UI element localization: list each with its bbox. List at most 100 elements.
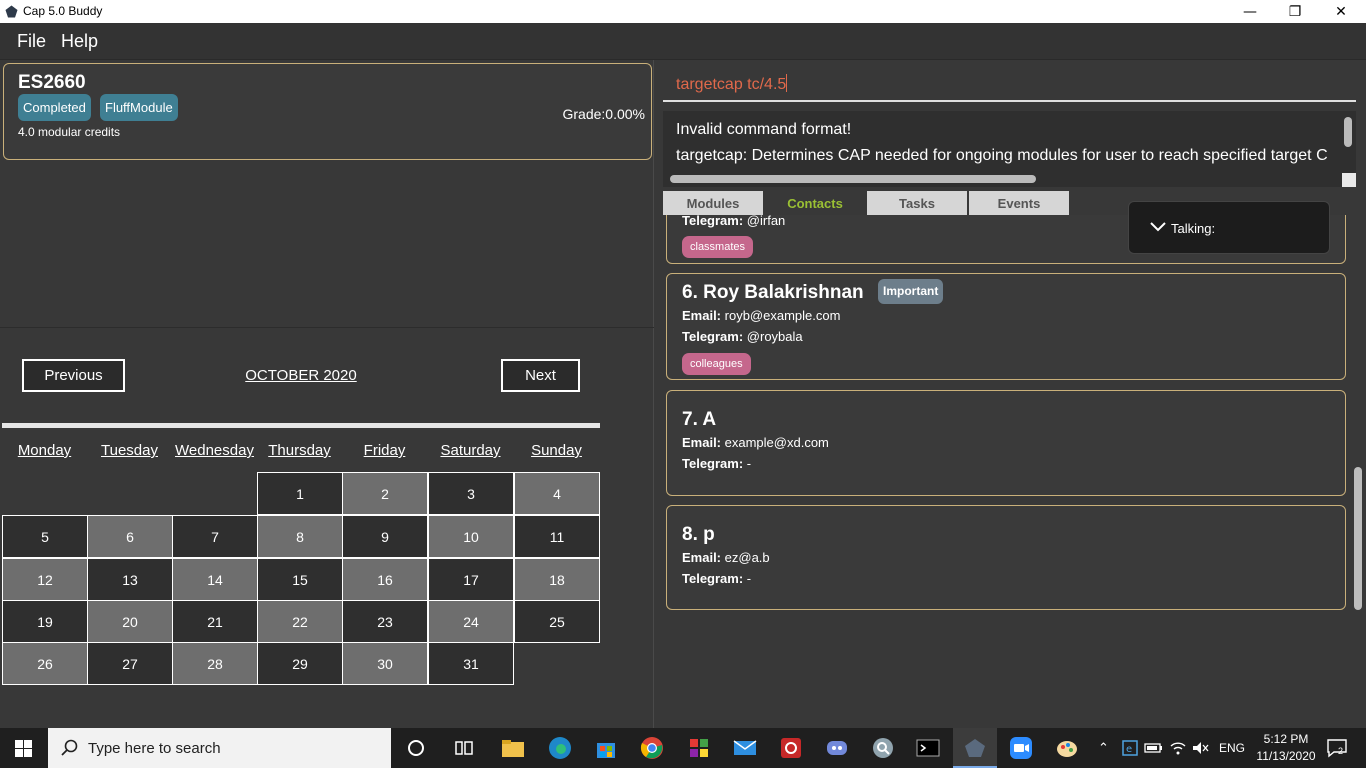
- calendar-day-28[interactable]: 28: [172, 642, 258, 685]
- calendar-day-2[interactable]: 2: [342, 472, 428, 515]
- contact-telegram: Telegram: -: [682, 571, 752, 586]
- calendar-day-3[interactable]: 3: [428, 472, 514, 515]
- chevron-down-icon[interactable]: [1150, 222, 1166, 232]
- calendar-day-15[interactable]: 15: [257, 558, 343, 601]
- menu-file[interactable]: File: [17, 31, 46, 52]
- mail-icon[interactable]: [733, 736, 757, 760]
- contact-card-6[interactable]: 6. Roy Balakrishnan Important Email: roy…: [666, 273, 1346, 380]
- windows-start-icon[interactable]: [15, 740, 32, 757]
- task-view-icon[interactable]: [452, 736, 476, 760]
- calendar-day-5[interactable]: 5: [2, 515, 88, 558]
- contact-card-7[interactable]: 7. A Email: example@xd.com Telegram: -: [666, 390, 1346, 496]
- calendar-day-10[interactable]: 10: [428, 515, 514, 558]
- day-header-sunday: Sunday: [531, 442, 582, 459]
- close-button[interactable]: ✕: [1318, 0, 1364, 23]
- paint-icon[interactable]: [1055, 736, 1079, 760]
- clock-time[interactable]: 5:12 PM: [1261, 732, 1311, 746]
- next-month-button[interactable]: Next: [501, 359, 580, 392]
- calendar-day-18[interactable]: 18: [514, 558, 600, 601]
- calendar-day-31[interactable]: 31: [428, 642, 514, 685]
- minimize-button[interactable]: —: [1227, 0, 1273, 23]
- contact-email: Email: ez@a.b: [682, 550, 770, 565]
- calendar-day-17[interactable]: 17: [428, 558, 514, 601]
- calendar-day-30[interactable]: 30: [342, 642, 428, 685]
- calendar-day-6[interactable]: 6: [87, 515, 173, 558]
- store-icon[interactable]: [594, 736, 618, 760]
- app-grid-icon[interactable]: [687, 736, 711, 760]
- result-horizontal-scrollbar[interactable]: [670, 175, 1036, 183]
- cap-buddy-taskbar-icon[interactable]: [963, 736, 987, 760]
- day-header-wednesday: Wednesday: [175, 442, 254, 459]
- battery-icon[interactable]: [1142, 736, 1166, 760]
- contact-list-scrollbar[interactable]: [1354, 467, 1362, 610]
- calendar-day-27[interactable]: 27: [87, 642, 173, 685]
- calendar-day-25[interactable]: 25: [514, 600, 600, 643]
- calendar-day-7[interactable]: 7: [172, 515, 258, 558]
- previous-month-button[interactable]: Previous: [22, 359, 125, 392]
- calendar-day-1[interactable]: 1: [257, 472, 343, 515]
- menu-help[interactable]: Help: [61, 31, 98, 52]
- result-vertical-scrollbar[interactable]: [1344, 117, 1352, 147]
- notification-icon[interactable]: [1325, 736, 1349, 760]
- scrollbar-corner: [1342, 173, 1356, 187]
- taskbar: Type here to search ⌃ e ENG 5:12 PM 11/1…: [0, 728, 1366, 768]
- text-caret: [786, 74, 788, 92]
- tray-app-icon[interactable]: e: [1118, 736, 1142, 760]
- calendar-day-11[interactable]: 11: [514, 515, 600, 558]
- module-card[interactable]: ES2660 Completed FluffModule 4.0 modular…: [3, 63, 652, 160]
- volume-muted-icon[interactable]: [1188, 736, 1212, 760]
- tab-events[interactable]: Events: [969, 191, 1069, 215]
- day-header-monday: Monday: [17, 442, 72, 459]
- window-title: Cap 5.0 Buddy: [23, 4, 103, 18]
- tray-chevron-up-icon[interactable]: ⌃: [1098, 740, 1109, 756]
- contact-email: Email: example@xd.com: [682, 435, 829, 450]
- calendar-divider: [2, 423, 600, 428]
- command-input[interactable]: targetcap tc/4.5: [676, 74, 788, 94]
- garena-icon[interactable]: [779, 736, 803, 760]
- contact-card-8[interactable]: 8. p Email: ez@a.b Telegram: -: [666, 505, 1346, 610]
- restore-button[interactable]: ❐: [1272, 0, 1318, 23]
- calendar-day-14[interactable]: 14: [172, 558, 258, 601]
- calendar-day-8[interactable]: 8: [257, 515, 343, 558]
- menu-bar: File Help: [0, 23, 1366, 60]
- command-box[interactable]: targetcap tc/4.5: [663, 68, 1356, 102]
- tab-tasks[interactable]: Tasks: [867, 191, 967, 215]
- calendar-day-23[interactable]: 23: [342, 600, 428, 643]
- module-credits: 4.0 modular credits: [18, 125, 121, 139]
- calendar-day-22[interactable]: 22: [257, 600, 343, 643]
- language-indicator[interactable]: ENG: [1219, 741, 1245, 755]
- search-placeholder: Type here to search: [88, 740, 221, 757]
- calendar-month-label: OCTOBER 2020: [245, 367, 357, 384]
- terminal-icon[interactable]: [916, 736, 940, 760]
- file-explorer-icon[interactable]: [501, 736, 525, 760]
- calendar-day-4[interactable]: 4: [514, 472, 600, 515]
- calendar-day-12[interactable]: 12: [2, 558, 88, 601]
- contact-tag: classmates: [682, 236, 754, 258]
- talking-label: Talking:: [1171, 221, 1216, 236]
- contact-telegram: Telegram: @roybala: [682, 329, 803, 344]
- important-tag: Important: [878, 279, 944, 304]
- calendar-day-20[interactable]: 20: [87, 600, 173, 643]
- calendar-day-19[interactable]: 19: [2, 600, 88, 643]
- calendar-day-16[interactable]: 16: [342, 558, 428, 601]
- talking-popup[interactable]: Talking:: [1128, 201, 1330, 254]
- calendar-day-21[interactable]: 21: [172, 600, 258, 643]
- calendar-day-9[interactable]: 9: [342, 515, 428, 558]
- taskbar-search[interactable]: Type here to search: [48, 728, 391, 768]
- calendar-day-29[interactable]: 29: [257, 642, 343, 685]
- calendar-day-26[interactable]: 26: [2, 642, 88, 685]
- chrome-icon[interactable]: [640, 736, 664, 760]
- edge-icon[interactable]: [548, 736, 572, 760]
- calendar-day-13[interactable]: 13: [87, 558, 173, 601]
- tab-contacts[interactable]: Contacts: [765, 191, 865, 215]
- module-code: ES2660: [18, 72, 86, 93]
- discord-icon[interactable]: [825, 736, 849, 760]
- cortana-icon[interactable]: [404, 736, 428, 760]
- search-app-icon[interactable]: [871, 736, 895, 760]
- clock-date[interactable]: 11/13/2020: [1251, 749, 1321, 763]
- day-header-tuesday: Tuesday: [101, 442, 158, 459]
- wifi-icon[interactable]: [1166, 736, 1190, 760]
- zoom-icon[interactable]: [1009, 736, 1033, 760]
- tab-modules[interactable]: Modules: [663, 191, 763, 215]
- calendar-day-24[interactable]: 24: [428, 600, 514, 643]
